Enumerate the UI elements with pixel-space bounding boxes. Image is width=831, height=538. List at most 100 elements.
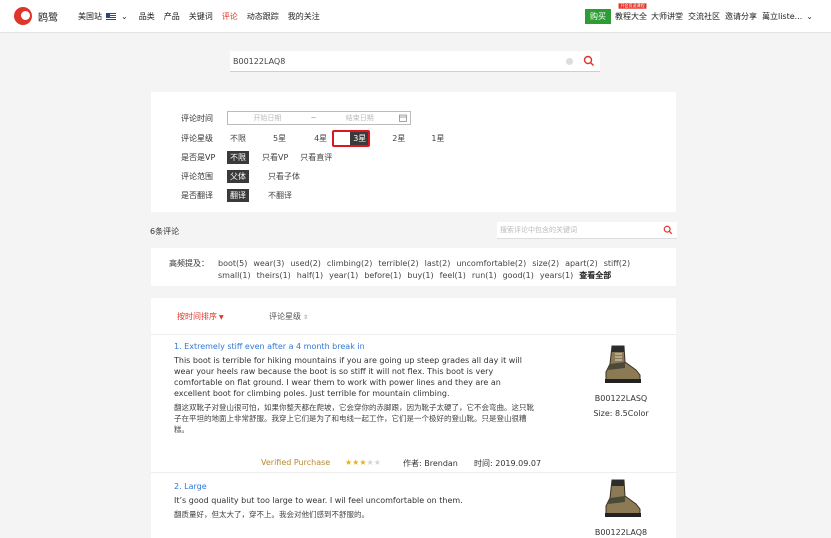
chevron-down-icon[interactable]: ⌄: [806, 12, 813, 21]
sort-by-rating-label: 评论星级: [269, 312, 301, 321]
start-date-input[interactable]: 开始日期: [228, 113, 307, 123]
keyword-tag[interactable]: year(1): [329, 271, 358, 280]
review-body-zh: 翻质量好，但太大了，穿不上。我会对他们感到不舒服的。: [174, 510, 369, 519]
keyword-tag[interactable]: last(2): [425, 259, 451, 268]
tutorial-link[interactable]: 开会员送课程 教程大全: [614, 2, 647, 22]
sort-arrows-icon: ⇕: [303, 314, 309, 321]
keyword-tag[interactable]: years(1): [540, 271, 573, 280]
review-product[interactable]: B00122LAQ8: [591, 476, 651, 537]
review-product[interactable]: B00122LASQ Size: 8.5Color: [591, 342, 651, 418]
tutorial-badge: 开会员送课程: [618, 2, 647, 9]
review-search-input[interactable]: 搜索评论中包含的关键词: [500, 225, 663, 235]
scope-option-child-only[interactable]: 只看子体: [265, 170, 303, 183]
rating-stars: ★ ★ ★ ★ ★: [345, 458, 381, 467]
review-body-zh: 翻这双靴子对登山很可怕，如果你整天都在爬坡，它会穿你的赤脚跟，因为靴子太硬了，它…: [174, 403, 534, 434]
rating-option-2[interactable]: 2星: [389, 132, 408, 145]
keyword-tag[interactable]: feel(1): [440, 271, 466, 280]
keyword-list: boot(5) wear(3) used(2) climbing(2) terr…: [218, 257, 658, 281]
filter-panel: 评论时间 开始日期 ~ 结束日期 评论星级 不限 5星 4星 3星 2星 1星 …: [151, 92, 676, 212]
review-body-en: This boot is terrible for hiking mountai…: [174, 356, 523, 398]
translate-option-yes[interactable]: 翻译: [227, 188, 249, 202]
nav-following[interactable]: 我的关注: [288, 11, 320, 22]
clear-icon[interactable]: [566, 57, 573, 65]
filter-translate-label: 是否翻译: [181, 190, 213, 200]
nav-product[interactable]: 产品: [164, 11, 180, 22]
search-icon[interactable]: [663, 225, 673, 235]
asin-search-box[interactable]: B00122LAQ8: [230, 51, 600, 72]
buy-button[interactable]: 购买: [584, 8, 611, 24]
review-body-en: It’s good quality but too large to wear.…: [174, 496, 463, 505]
keyword-tag[interactable]: before(1): [364, 271, 401, 280]
logo[interactable]: 鸥鹭: [14, 7, 58, 25]
review-title[interactable]: 1. Extremely stiff even after a 4 month …: [174, 342, 654, 351]
product-asin: B00122LASQ: [594, 394, 648, 403]
keyword-tag[interactable]: boot(5): [218, 259, 247, 268]
keyword-title: 高频提及：: [169, 259, 209, 268]
nav-reviews[interactable]: 评论: [222, 11, 238, 22]
vp-option-any[interactable]: 不限: [227, 150, 249, 164]
tutorial-label: 教程大全: [614, 11, 647, 21]
product-asin: B00122LAQ8: [594, 528, 648, 537]
keyword-tag[interactable]: buy(1): [407, 271, 433, 280]
nav-master-class[interactable]: 大师讲堂: [651, 11, 683, 22]
logo-icon: [14, 7, 32, 25]
scope-option-parent[interactable]: 父体: [227, 169, 249, 183]
chevron-down-icon: ⌄: [121, 11, 128, 21]
translate-options: 翻译 不翻译: [227, 188, 295, 202]
date-range-picker[interactable]: 开始日期 ~ 结束日期: [227, 111, 411, 125]
review-title[interactable]: 2. Large: [174, 482, 654, 491]
rating-option-any[interactable]: 不限: [227, 132, 249, 145]
nav-category[interactable]: 品类: [139, 11, 155, 22]
keyword-tag[interactable]: apart(2): [565, 259, 598, 268]
sort-by-rating[interactable]: 评论星级 ⇕: [269, 311, 308, 322]
filter-vp-label: 是否是VP: [181, 152, 216, 162]
star-icon: ★: [373, 458, 381, 467]
keyword-tag[interactable]: half(1): [297, 271, 323, 280]
star-icon: ★: [352, 458, 360, 467]
keyword-tag[interactable]: small(1): [218, 271, 251, 280]
review-item: 1. Extremely stiff even after a 4 month …: [174, 342, 654, 435]
nav-invite-share[interactable]: 邀请分享: [725, 11, 757, 22]
keyword-tag[interactable]: theirs(1): [257, 271, 291, 280]
keyword-line-2: small(1) theirs(1) half(1) year(1) befor…: [218, 269, 658, 281]
site-selector[interactable]: 美国站 ⌄: [78, 11, 128, 22]
keyword-line-1: boot(5) wear(3) used(2) climbing(2) terr…: [218, 257, 658, 269]
keyword-tag[interactable]: run(1): [472, 271, 497, 280]
review-keyword-search[interactable]: 搜索评论中包含的关键词: [497, 222, 677, 239]
rating-option-4[interactable]: 4星: [311, 132, 330, 145]
nav-keyword[interactable]: 关键词: [189, 11, 213, 22]
logo-text: 鸥鹭: [38, 12, 58, 24]
sort-by-time[interactable]: 按时间排序 ▼: [177, 311, 224, 322]
keyword-tag[interactable]: climbing(2): [327, 259, 372, 268]
keyword-tag[interactable]: terrible(2): [378, 259, 418, 268]
search-icon[interactable]: [583, 55, 595, 67]
keyword-tag[interactable]: uncomfortable(2): [456, 259, 526, 268]
vp-option-vp-only[interactable]: 只看VP: [259, 151, 291, 164]
search-input[interactable]: B00122LAQ8: [233, 57, 566, 66]
us-flag-icon: [106, 12, 116, 20]
sort-by-time-label: 按时间排序: [177, 312, 217, 321]
keyword-tag[interactable]: good(1): [503, 271, 534, 280]
keyword-tag[interactable]: size(2): [532, 259, 559, 268]
calendar-icon[interactable]: [399, 114, 407, 122]
rating-option-1[interactable]: 1星: [428, 132, 447, 145]
user-menu[interactable]: 萬立liste...: [762, 11, 802, 22]
rating-option-5[interactable]: 5星: [270, 132, 289, 145]
review-item: 2. Large It’s good quality but too large…: [174, 479, 654, 537]
nav-right: 购买 开会员送课程 教程大全 大师讲堂 交流社区 邀请分享 萬立liste...…: [584, 0, 831, 32]
translate-option-no[interactable]: 不翻译: [265, 189, 295, 202]
end-date-input[interactable]: 结束日期: [320, 113, 399, 123]
nav-community[interactable]: 交流社区: [688, 11, 720, 22]
vp-option-direct-only[interactable]: 只看直评: [297, 151, 335, 164]
show-all-keywords-link[interactable]: 查看全部: [579, 270, 611, 281]
boot-image: [605, 479, 641, 517]
nav-tracking[interactable]: 动态跟踪: [247, 11, 279, 22]
top-navbar: 鸥鹭 美国站 ⌄ 品类 产品 关键词 评论 动态跟踪 我的关注 购买 开会员送课…: [0, 0, 831, 33]
date-range-separator: ~: [310, 114, 317, 122]
keyword-tag[interactable]: wear(3): [253, 259, 284, 268]
keyword-tag[interactable]: stiff(2): [604, 259, 630, 268]
verified-purchase-badge: Verified Purchase: [261, 458, 331, 467]
keyword-tag[interactable]: used(2): [290, 259, 321, 268]
star-icon: ★: [345, 458, 353, 467]
vp-options: 不限 只看VP 只看直评: [227, 150, 335, 164]
